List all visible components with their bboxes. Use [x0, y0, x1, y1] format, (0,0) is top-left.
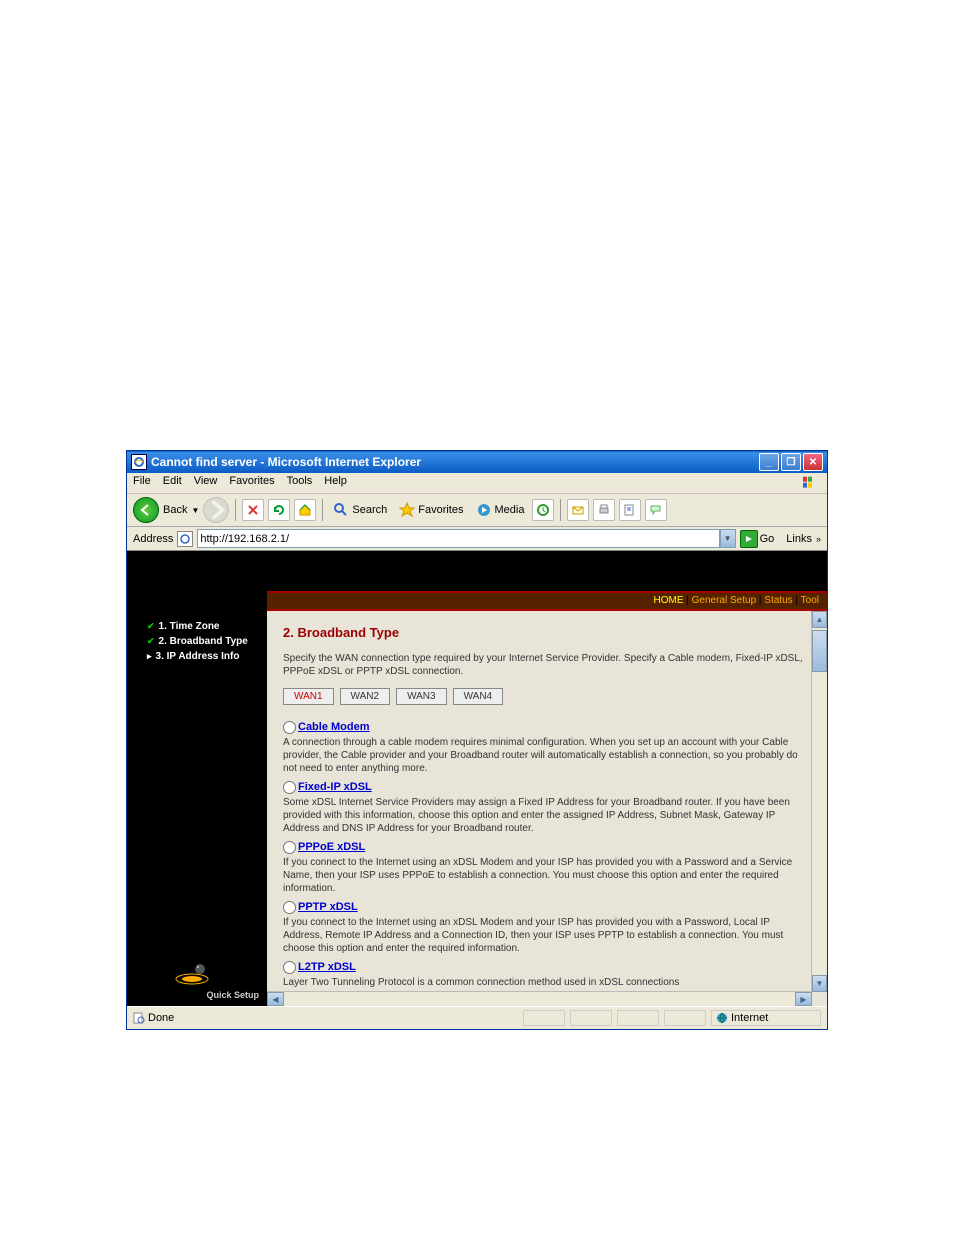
main-panel: 2. Broadband Type Specify the WAN connec…: [267, 611, 827, 1006]
maximize-button[interactable]: ❐: [781, 453, 801, 471]
desc-cable-modem: A connection through a cable modem requi…: [283, 736, 811, 775]
window-title: Cannot find server - Microsoft Internet …: [151, 455, 421, 469]
edit-button[interactable]: [619, 499, 641, 521]
scroll-right-button[interactable]: ▶: [795, 992, 812, 1006]
option-pppoe: PPPoE xDSL: [283, 841, 811, 854]
scroll-down-button[interactable]: ▼: [812, 975, 827, 992]
link-pppoe[interactable]: PPPoE xDSL: [298, 841, 365, 853]
menu-file[interactable]: File: [133, 475, 151, 491]
home-button[interactable]: [294, 499, 316, 521]
forward-button: [203, 497, 229, 523]
back-dropdown-icon[interactable]: ▼: [191, 506, 199, 515]
link-pptp[interactable]: PPTP xDSL: [298, 901, 358, 913]
scroll-thumb[interactable]: [812, 630, 827, 672]
tab-wan1[interactable]: WAN1: [283, 688, 334, 705]
sidebar-item-broadband-type[interactable]: ✔2. Broadband Type: [127, 634, 267, 649]
intro-text: Specify the WAN connection type required…: [283, 652, 811, 678]
ie-icon: [131, 454, 147, 470]
radio-l2tp[interactable]: [283, 961, 296, 974]
radio-fixed-ip[interactable]: [283, 781, 296, 794]
link-l2tp[interactable]: L2TP xDSL: [298, 961, 356, 973]
internet-zone-icon: [716, 1012, 728, 1024]
nav-general-setup[interactable]: General Setup: [692, 595, 757, 606]
page-icon: [177, 531, 193, 547]
windows-flag-icon: [799, 475, 821, 491]
check-icon: ✔: [147, 636, 155, 646]
link-fixed-ip[interactable]: Fixed-IP xDSL: [298, 781, 372, 793]
option-pptp: PPTP xDSL: [283, 901, 811, 914]
address-dropdown-icon[interactable]: ▼: [720, 529, 736, 548]
nav-status[interactable]: Status: [764, 595, 792, 606]
print-button[interactable]: [593, 499, 615, 521]
status-text: Done: [148, 1012, 174, 1024]
quick-setup-label[interactable]: Quick Setup: [206, 990, 259, 1000]
status-bar: Done Internet: [127, 1006, 827, 1029]
address-input[interactable]: [197, 529, 719, 548]
tab-wan4[interactable]: WAN4: [453, 688, 504, 705]
go-button[interactable]: Go: [740, 530, 775, 548]
arrow-icon: ▸: [147, 651, 152, 661]
option-cable-modem: Cable Modem: [283, 721, 811, 734]
page-heading: 2. Broadband Type: [283, 625, 811, 640]
radio-pptp[interactable]: [283, 901, 296, 914]
media-button[interactable]: Media: [472, 500, 529, 520]
hscroll-track[interactable]: [284, 992, 795, 1006]
nav-tool[interactable]: Tool: [801, 595, 819, 606]
menu-tools[interactable]: Tools: [287, 475, 313, 491]
desc-fixed-ip: Some xDSL Internet Service Providers may…: [283, 796, 811, 835]
sidebar-item-ip-address-info[interactable]: ▸3. IP Address Info: [127, 649, 267, 664]
vertical-scrollbar[interactable]: ▲ ▼: [811, 611, 827, 992]
title-bar[interactable]: Cannot find server - Microsoft Internet …: [127, 451, 827, 473]
discuss-button[interactable]: [645, 499, 667, 521]
zone-indicator: Internet: [521, 1010, 821, 1026]
menu-bar: File Edit View Favorites Tools Help: [127, 473, 827, 494]
scroll-up-button[interactable]: ▲: [812, 611, 827, 628]
desc-pppoe: If you connect to the Internet using an …: [283, 856, 811, 895]
close-button[interactable]: ✕: [803, 453, 823, 471]
links-chevron-icon[interactable]: »: [816, 534, 821, 544]
favorites-button[interactable]: Favorites: [395, 500, 467, 520]
back-label[interactable]: Back: [163, 504, 187, 516]
horizontal-scrollbar[interactable]: ◀ ▶: [267, 991, 812, 1006]
menu-favorites[interactable]: Favorites: [229, 475, 274, 491]
wan-tabs: WAN1 WAN2 WAN3 WAN4: [283, 688, 811, 705]
back-button[interactable]: [133, 497, 159, 523]
menu-help[interactable]: Help: [324, 475, 347, 491]
desc-pptp: If you connect to the Internet using an …: [283, 916, 811, 955]
links-label[interactable]: Links: [786, 533, 812, 545]
refresh-button[interactable]: [268, 499, 290, 521]
desc-l2tp: Layer Two Tunneling Protocol is a common…: [283, 976, 811, 989]
minimize-button[interactable]: _: [759, 453, 779, 471]
browser-window: Cannot find server - Microsoft Internet …: [126, 450, 828, 1030]
link-cable-modem[interactable]: Cable Modem: [298, 721, 370, 733]
tab-wan3[interactable]: WAN3: [396, 688, 447, 705]
search-button[interactable]: Search: [329, 500, 391, 520]
sidebar: ✔1. Time Zone ✔2. Broadband Type ▸3. IP …: [127, 551, 267, 1006]
check-icon: ✔: [147, 621, 155, 631]
quick-setup-icon[interactable]: [172, 959, 212, 988]
address-label: Address: [133, 533, 173, 545]
stop-button[interactable]: [242, 499, 264, 521]
menu-edit[interactable]: Edit: [163, 475, 182, 491]
address-bar: Address ▼ Go Links »: [127, 527, 827, 551]
zone-label: Internet: [731, 1012, 768, 1024]
nav-home[interactable]: HOME: [653, 595, 683, 606]
menu-view[interactable]: View: [194, 475, 218, 491]
radio-pppoe[interactable]: [283, 841, 296, 854]
tab-wan2[interactable]: WAN2: [340, 688, 391, 705]
sidebar-item-time-zone[interactable]: ✔1. Time Zone: [127, 619, 267, 634]
scroll-left-button[interactable]: ◀: [267, 992, 284, 1006]
toolbar: Back ▼ Search Favorites Media: [127, 494, 827, 527]
page-content: EDIMAX NETWORKING PEOPLE TOGETHER HOME |…: [127, 551, 827, 1006]
history-button[interactable]: [532, 499, 554, 521]
option-l2tp: L2TP xDSL: [283, 961, 811, 974]
mail-button[interactable]: [567, 499, 589, 521]
radio-cable-modem[interactable]: [283, 721, 296, 734]
done-icon: [133, 1012, 145, 1024]
option-fixed-ip: Fixed-IP xDSL: [283, 781, 811, 794]
